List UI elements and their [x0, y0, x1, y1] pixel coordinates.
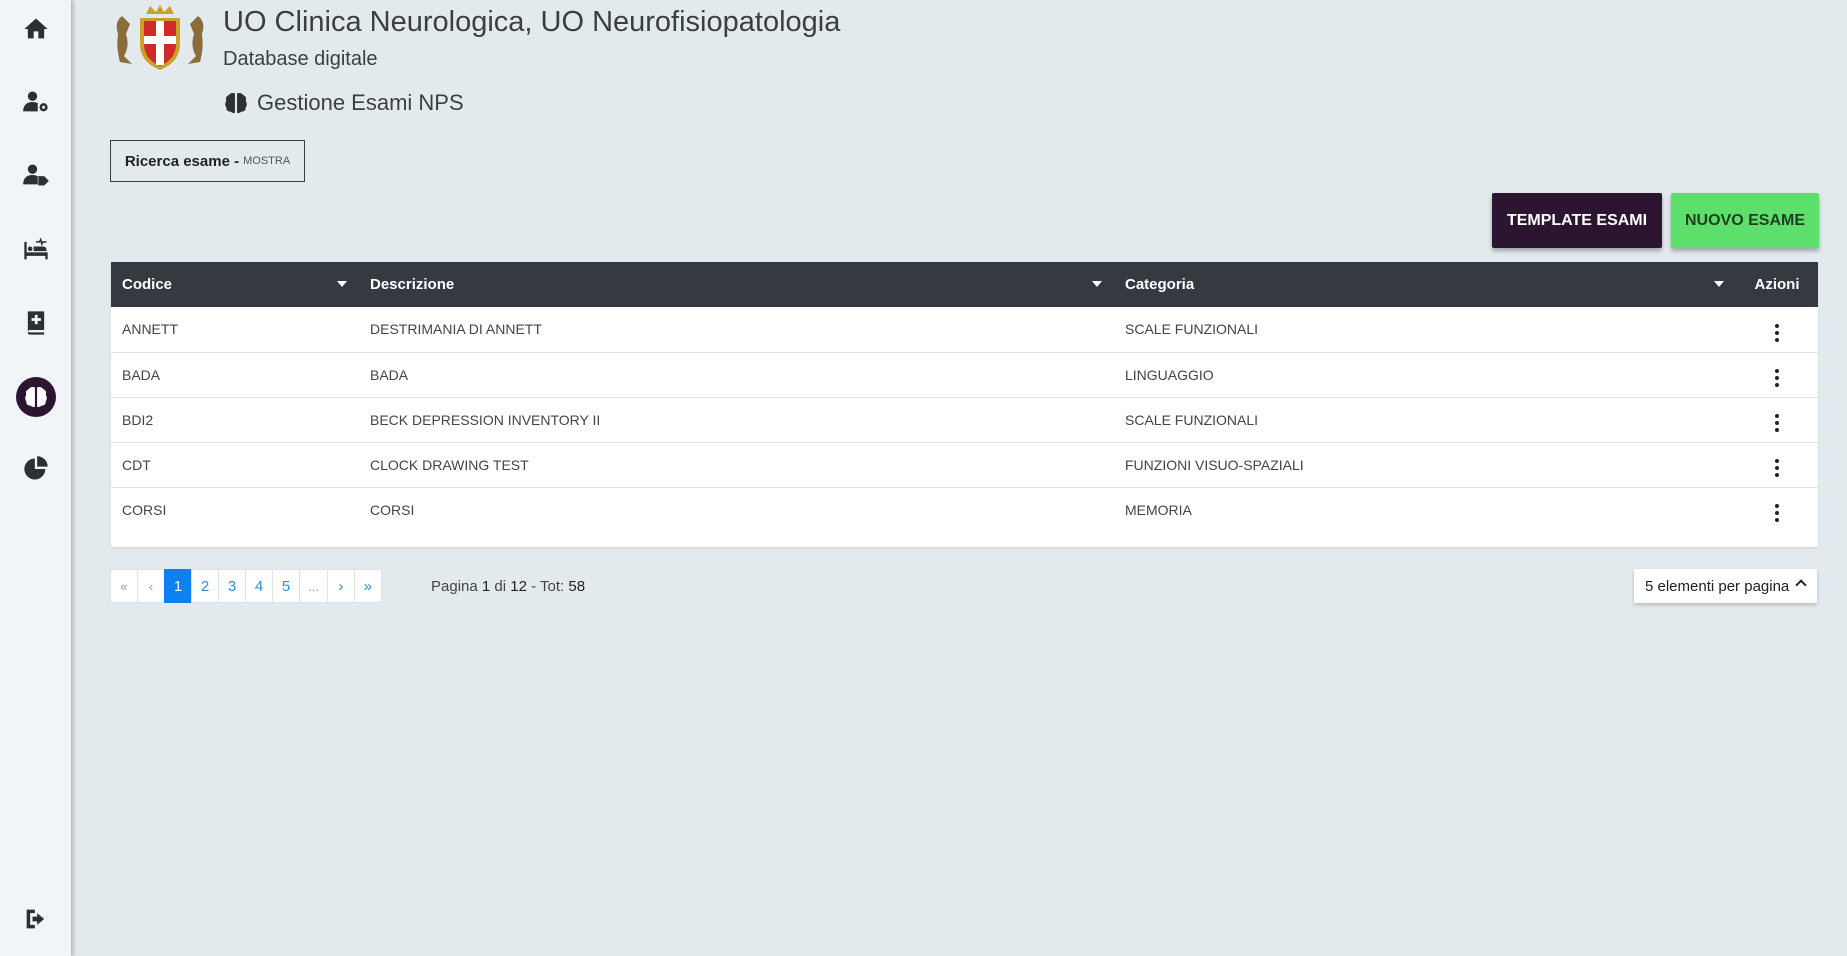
- cell-categoria: SCALE FUNZIONALI: [1125, 411, 1259, 428]
- column-header-azioni: Azioni: [1754, 276, 1800, 293]
- exams-table: Codice Descrizione Categoria Azioni ANNE…: [111, 262, 1818, 547]
- cell-codice: ANNETT: [122, 321, 178, 338]
- home-icon: [23, 18, 48, 39]
- table-row[interactable]: BADA BADA LINGUAGGIO: [111, 352, 1818, 397]
- cell-codice: BDI2: [122, 411, 154, 428]
- sort-desc-icon[interactable]: [337, 281, 347, 287]
- sidebar-item-medical-book[interactable]: [0, 299, 71, 347]
- cell-descrizione: BADA: [370, 366, 409, 383]
- cell-codice: CORSI: [122, 501, 167, 518]
- page-title: UO Clinica Neurologica, UO Neurofisiopat…: [223, 6, 841, 38]
- section-header: Gestione Esami NPS: [223, 90, 464, 116]
- table-row[interactable]: BDI2 BECK DEPRESSION INVENTORY II SCALE …: [111, 397, 1818, 442]
- page-ellipsis[interactable]: ...: [299, 569, 328, 603]
- row-actions-menu-icon[interactable]: [1769, 367, 1785, 389]
- page-button-4[interactable]: 4: [245, 569, 273, 603]
- cell-codice: BADA: [122, 366, 161, 383]
- table-row[interactable]: CORSI CORSI MEMORIA: [111, 487, 1818, 532]
- row-actions-menu-icon[interactable]: [1769, 322, 1785, 344]
- table-row[interactable]: ANNETT DESTRIMANIA DI ANNETT SCALE FUNZI…: [111, 307, 1818, 352]
- column-header-descrizione[interactable]: Descrizione: [359, 262, 1114, 307]
- page-button-2[interactable]: 2: [191, 569, 219, 603]
- table-header-row: Codice Descrizione Categoria Azioni: [111, 262, 1818, 307]
- pagination: « ‹ 1 2 3 4 5 ... › »: [110, 569, 382, 603]
- page-next-button[interactable]: ›: [326, 569, 355, 603]
- book-medical-icon: [27, 311, 44, 335]
- page-first-button[interactable]: «: [110, 569, 138, 603]
- sidebar-item-logout[interactable]: [0, 895, 71, 943]
- row-actions-menu-icon[interactable]: [1769, 457, 1785, 479]
- sidebar-item-home[interactable]: [0, 5, 71, 53]
- page-button-5[interactable]: 5: [272, 569, 300, 603]
- user-gear-icon: [22, 91, 48, 112]
- cell-categoria: FUNZIONI VISUO-SPAZIALI: [1125, 456, 1304, 473]
- row-actions-menu-icon[interactable]: [1769, 412, 1785, 434]
- page-subtitle: Database digitale: [223, 48, 378, 70]
- cell-categoria: LINGUAGGIO: [1125, 366, 1214, 383]
- sidebar-item-nps-exams[interactable]: [0, 373, 71, 421]
- template-exams-button[interactable]: TEMPLATE ESAMI: [1492, 193, 1662, 248]
- page-last-button[interactable]: »: [353, 569, 382, 603]
- brain-icon: [225, 92, 247, 114]
- section-title: Gestione Esami NPS: [257, 90, 464, 115]
- bed-pulse-icon: [23, 237, 48, 260]
- search-toggle-label: Ricerca esame -: [124, 152, 240, 170]
- sidebar-item-user-settings[interactable]: [0, 78, 71, 126]
- column-header-codice[interactable]: Codice: [111, 262, 359, 307]
- search-exam-toggle[interactable]: Ricerca esame - MOSTRA: [110, 140, 305, 182]
- pagination-info: Pagina 1 di 12 - Tot: 58: [431, 578, 586, 595]
- sort-desc-icon[interactable]: [1714, 281, 1724, 287]
- cell-descrizione: DESTRIMANIA DI ANNETT: [370, 321, 542, 338]
- chart-pie-icon: [23, 456, 48, 480]
- logout-icon: [26, 909, 44, 929]
- brain-icon: [24, 386, 47, 408]
- user-tag-icon: [22, 164, 49, 186]
- new-exam-button[interactable]: NUOVO ESAME: [1671, 193, 1819, 248]
- cell-categoria: MEMORIA: [1125, 501, 1192, 518]
- cell-categoria: SCALE FUNZIONALI: [1125, 321, 1259, 338]
- cell-descrizione: BECK DEPRESSION INVENTORY II: [370, 411, 601, 428]
- sidebar-item-hospital-bed[interactable]: [0, 226, 71, 274]
- page-button-3[interactable]: 3: [218, 569, 246, 603]
- search-toggle-action: MOSTRA: [243, 155, 291, 167]
- chevron-up-icon: [1795, 579, 1807, 591]
- page-prev-button[interactable]: ‹: [137, 569, 165, 603]
- table-row[interactable]: CDT CLOCK DRAWING TEST FUNZIONI VISUO-SP…: [111, 442, 1818, 487]
- items-per-page-value: 5 elementi per pagina: [1645, 577, 1790, 595]
- column-header-categoria[interactable]: Categoria: [1114, 262, 1736, 307]
- sidebar-item-statistics[interactable]: [0, 445, 71, 493]
- cell-codice: CDT: [122, 456, 151, 473]
- row-actions-menu-icon[interactable]: [1769, 502, 1785, 524]
- items-per-page-select[interactable]: 5 elementi per pagina: [1634, 569, 1817, 603]
- page-button-1[interactable]: 1: [164, 569, 192, 603]
- sidebar-item-user-tag[interactable]: [0, 151, 71, 199]
- cell-descrizione: CORSI: [370, 501, 415, 518]
- sort-desc-icon[interactable]: [1092, 281, 1102, 287]
- sidebar: [0, 0, 71, 956]
- cell-descrizione: CLOCK DRAWING TEST: [370, 456, 529, 473]
- coat-of-arms-logo: [112, 4, 208, 72]
